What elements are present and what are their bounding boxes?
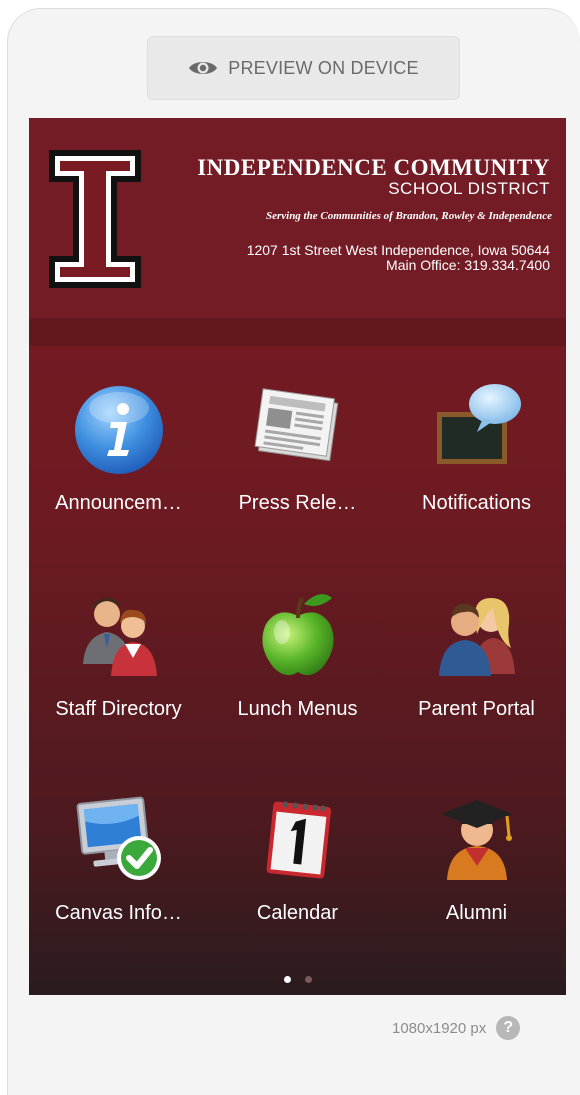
tile-alumni[interactable]: Alumni bbox=[387, 788, 566, 948]
page-dot-2[interactable] bbox=[304, 976, 312, 983]
tile-notifications[interactable]: Notifications bbox=[387, 378, 566, 538]
resolution-label: 1080x1920 px bbox=[392, 1019, 487, 1037]
info-icon bbox=[74, 386, 163, 474]
tile-staff-directory[interactable]: Staff Directory bbox=[29, 584, 208, 744]
tile-canvas-info[interactable]: Canvas Info… bbox=[29, 788, 208, 948]
calendar-icon bbox=[266, 801, 331, 879]
district-tagline: Serving the Communities of Brandon, Rowl… bbox=[265, 210, 552, 222]
tile-lunch-menus[interactable]: Lunch Menus bbox=[208, 584, 387, 744]
computer-check-icon bbox=[76, 796, 161, 880]
district-subtitle: SCHOOL DISTRICT bbox=[388, 179, 550, 198]
tile-label: Alumni bbox=[445, 902, 508, 924]
tile-label: Staff Directory bbox=[55, 698, 182, 720]
district-phone: Main Office: 319.334.7400 bbox=[386, 257, 550, 273]
page-indicator[interactable] bbox=[29, 976, 566, 983]
district-address: 1207 1st Street West Independence, Iowa … bbox=[246, 242, 550, 258]
help-icon[interactable]: ? bbox=[496, 1016, 521, 1040]
tile-label: Press Rele… bbox=[238, 492, 357, 514]
graduate-icon bbox=[440, 800, 513, 880]
tile-press-releases[interactable]: Press Rele… bbox=[208, 378, 387, 538]
resolution-info: 1080x1920 px ? bbox=[392, 1016, 521, 1040]
apple-icon bbox=[261, 594, 334, 676]
header-band bbox=[29, 318, 566, 346]
page-dot-1[interactable] bbox=[283, 976, 291, 983]
preview-on-device-button[interactable]: PREVIEW ON DEVICE bbox=[147, 36, 460, 100]
eye-icon bbox=[189, 62, 218, 74]
tile-calendar[interactable]: Calendar bbox=[208, 788, 387, 948]
parents-icon bbox=[438, 598, 515, 676]
preview-label: PREVIEW ON DEVICE bbox=[228, 57, 419, 78]
chalkboard-bubble-icon bbox=[436, 384, 521, 464]
tile-label: Lunch Menus bbox=[237, 698, 358, 720]
tile-label: Announcem… bbox=[55, 492, 182, 514]
tile-parent-portal[interactable]: Parent Portal bbox=[387, 584, 566, 744]
district-header: INDEPENDENCE COMMUNITY SCHOOL DISTRICT S… bbox=[29, 118, 566, 318]
tile-label: Notifications bbox=[422, 492, 531, 514]
staff-people-icon bbox=[82, 598, 157, 676]
app-screen: INDEPENDENCE COMMUNITY SCHOOL DISTRICT S… bbox=[29, 118, 566, 995]
tile-announcements[interactable]: Announcem… bbox=[29, 378, 208, 538]
tile-label: Canvas Info… bbox=[55, 902, 182, 924]
newspaper-icon bbox=[253, 388, 338, 462]
district-name: INDEPENDENCE COMMUNITY bbox=[197, 155, 550, 180]
district-logo bbox=[49, 150, 141, 288]
tile-label: Parent Portal bbox=[418, 698, 535, 720]
tile-label: Calendar bbox=[256, 902, 339, 924]
